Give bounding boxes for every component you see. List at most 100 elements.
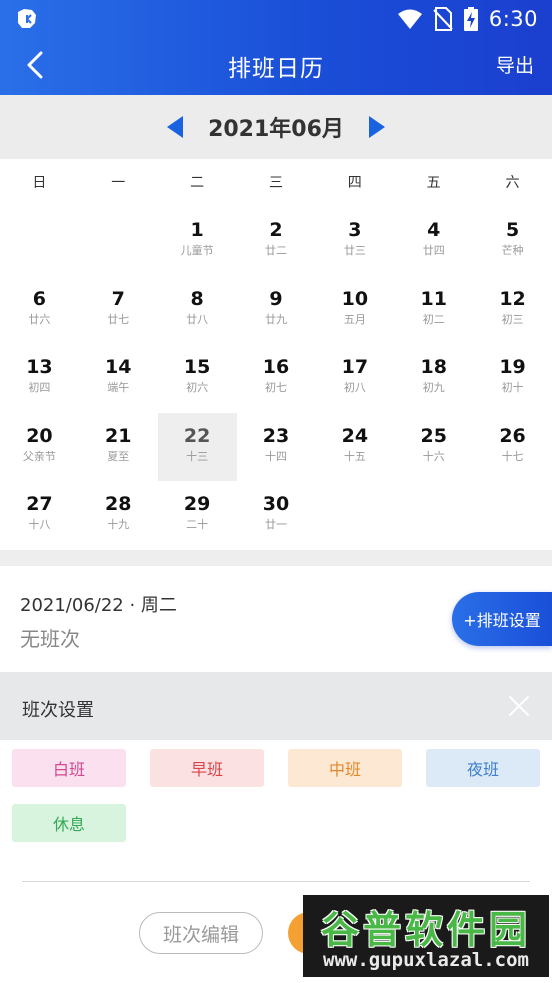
- calendar-day[interactable]: 3 廿三: [315, 207, 394, 276]
- watermark-logo-text: 谷普软件园: [320, 908, 531, 952]
- weekday-label: 三: [268, 175, 283, 191]
- status-bar: 6:30: [0, 0, 552, 38]
- lunar-date: 初四: [28, 381, 51, 395]
- day-number: 12: [499, 287, 526, 310]
- day-number: 13: [26, 356, 53, 379]
- lunar-date: 廿二: [264, 244, 287, 257]
- lunar-date: 初七: [264, 381, 287, 395]
- calendar-day[interactable]: 10 五月: [315, 276, 394, 345]
- calendar-day[interactable]: 24 十五: [315, 413, 394, 482]
- day-number: 29: [183, 493, 211, 516]
- day-number: 16: [262, 356, 290, 379]
- lunar-date: 初三: [501, 312, 524, 326]
- triangle-right-icon: [368, 116, 385, 138]
- day-number: 30: [262, 493, 290, 516]
- weekday-label: 四: [347, 175, 362, 191]
- lunar-date: 廿九: [264, 312, 287, 326]
- calendar-day[interactable]: 20 父亲节: [0, 413, 79, 482]
- selected-date-label: 2021/06/22 · 周二: [20, 595, 177, 616]
- lunar-date: 十四: [264, 449, 287, 463]
- calendar-day[interactable]: 18 初九: [394, 344, 473, 413]
- lunar-date: 廿八: [186, 312, 209, 326]
- calendar-day[interactable]: 27 十八: [0, 481, 79, 550]
- calendar-day[interactable]: 16 初七: [237, 344, 316, 413]
- day-number: 22: [183, 424, 211, 447]
- wifi-icon: [397, 9, 422, 29]
- shift-status: 无班次: [20, 627, 80, 651]
- next-month-button[interactable]: [362, 112, 392, 142]
- schedule-settings-button[interactable]: +排班设置: [452, 592, 552, 646]
- calendar-day[interactable]: 8 廿八: [158, 276, 237, 345]
- day-number: 8: [190, 287, 204, 310]
- lunar-date: 十九: [107, 518, 130, 532]
- month-label: 2021年06月: [208, 117, 344, 142]
- day-number: 26: [499, 424, 526, 447]
- calendar-day[interactable]: 23 十四: [237, 413, 316, 482]
- lunar-date: 十五: [343, 449, 366, 463]
- calendar-day[interactable]: 29 二十: [158, 481, 237, 550]
- calendar-day[interactable]: 4 廿四: [394, 207, 473, 276]
- day-number: 27: [26, 493, 53, 516]
- calendar-day[interactable]: 19 初十: [473, 344, 552, 413]
- lunar-date: 初十: [501, 381, 524, 395]
- day-number: 20: [26, 424, 53, 447]
- calendar-day[interactable]: 21 夏至: [79, 413, 158, 482]
- shift-chip[interactable]: 夜班: [426, 749, 540, 787]
- day-number: 18: [420, 356, 447, 379]
- shift-chip[interactable]: 早班: [150, 749, 264, 787]
- close-icon[interactable]: [508, 695, 530, 717]
- calendar-day[interactable]: 12 初三: [473, 276, 552, 345]
- shift-chip[interactable]: 中班: [288, 749, 402, 787]
- day-number: 19: [499, 356, 526, 379]
- calendar-day-selected[interactable]: 22 十三: [157, 412, 237, 482]
- calendar-day[interactable]: 5 芒种: [473, 207, 552, 276]
- calendar-day[interactable]: 14 端午: [79, 344, 158, 413]
- export-button[interactable]: 导出: [496, 51, 534, 78]
- lunar-date: 芒种: [501, 244, 524, 257]
- lunar-date: 儿童节: [180, 244, 214, 257]
- nav-bar: 排班日历 导出: [0, 38, 552, 95]
- month-selector: 2021年06月: [0, 95, 552, 159]
- day-number: 10: [341, 287, 369, 310]
- day-number: 3: [348, 219, 362, 241]
- weekday-label: 日: [32, 175, 47, 191]
- calendar-day[interactable]: 9 廿九: [237, 276, 316, 345]
- calendar-day[interactable]: 11 初二: [394, 276, 473, 345]
- calendar-day[interactable]: 6 廿六: [0, 276, 79, 345]
- watermark-logo: 谷普软件园 www.gupuxlazal.com: [303, 895, 549, 977]
- calendar-day[interactable]: 2 廿二: [237, 207, 316, 276]
- page-title: 排班日历: [228, 56, 324, 82]
- calendar-day[interactable]: 26 十七: [473, 413, 552, 482]
- lunar-date: 初六: [186, 381, 209, 395]
- shift-chip[interactable]: 休息: [12, 804, 126, 842]
- shift-edit-button[interactable]: 班次编辑: [139, 912, 263, 954]
- panel-divider: [22, 881, 530, 882]
- calendar-day[interactable]: 25 十六: [394, 413, 473, 482]
- day-number: 11: [420, 287, 447, 310]
- weekday-label: 二: [190, 175, 205, 191]
- day-number: 15: [183, 356, 211, 379]
- status-time: 6:30: [488, 7, 538, 31]
- weekday-label: 一: [111, 175, 126, 191]
- lunar-date: 廿七: [107, 312, 130, 326]
- day-number: 6: [32, 287, 47, 310]
- lunar-date: 廿一: [264, 518, 287, 532]
- shift-chip[interactable]: 白班: [12, 749, 126, 787]
- calendar-day[interactable]: 28 十九: [79, 481, 158, 550]
- day-number: 5: [505, 219, 520, 241]
- calendar-day[interactable]: 1 儿童节: [158, 207, 237, 276]
- battery-charging-icon: [463, 7, 478, 31]
- lunar-date: 十八: [28, 518, 51, 532]
- calendar-day[interactable]: 15 初六: [158, 344, 237, 413]
- lunar-date: 十三: [186, 449, 209, 463]
- prev-month-button[interactable]: [160, 112, 190, 142]
- calendar-day[interactable]: 17 初八: [315, 344, 394, 413]
- lunar-date: 二十: [186, 518, 209, 532]
- status-icons: 6:30: [397, 6, 538, 32]
- section-divider: [0, 550, 552, 566]
- calendar-day[interactable]: 30 廿一: [237, 481, 316, 550]
- calendar-day[interactable]: 7 廿七: [79, 276, 158, 345]
- app-notification-icon: [18, 9, 36, 28]
- calendar-day[interactable]: 13 初四: [0, 344, 79, 413]
- day-number: 4: [427, 219, 441, 241]
